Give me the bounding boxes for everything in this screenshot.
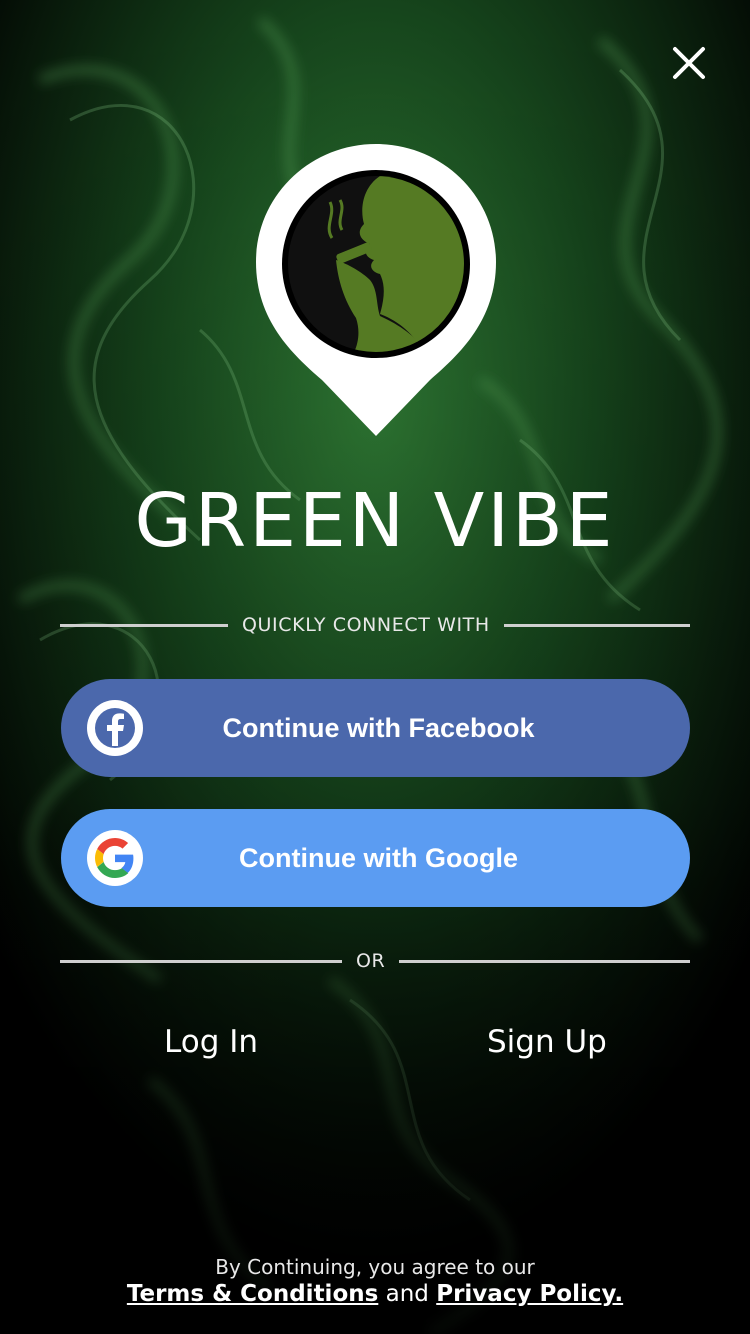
google-icon [87,830,143,886]
connect-divider-label: QUICKLY CONNECT WITH [242,614,490,636]
divider-line [60,623,228,627]
facebook-button-label: Continue with Facebook [222,712,535,743]
legal-and: and [385,1281,429,1307]
brand-title: GREEN VIBE [134,478,616,564]
legal-links-line: Terms & Conditions and Privacy Policy. [0,1280,750,1308]
continue-with-facebook-button[interactable]: Continue with Facebook [61,679,690,777]
login-link[interactable]: Log In [164,1024,258,1060]
divider-line [503,623,690,627]
divider-line [399,959,690,963]
smoker-silhouette-logo [256,144,496,436]
close-button[interactable] [664,38,714,88]
legal-prefix: By Continuing, you agree to our [215,1255,535,1279]
connect-divider: QUICKLY CONNECT WITH [60,610,690,640]
signup-link[interactable]: Sign Up [487,1024,607,1060]
continue-with-google-button[interactable]: Continue with Google [61,809,690,907]
or-label: OR [356,950,386,972]
privacy-policy-link[interactable]: Privacy Policy. [436,1281,623,1307]
facebook-icon [87,700,143,756]
terms-link[interactable]: Terms & Conditions [127,1281,378,1307]
divider-line [60,959,342,963]
or-divider: OR [60,946,690,976]
close-icon [673,47,705,79]
legal-notice: By Continuing, you agree to our Terms & … [0,1254,750,1308]
google-button-label: Continue with Google [239,842,518,873]
